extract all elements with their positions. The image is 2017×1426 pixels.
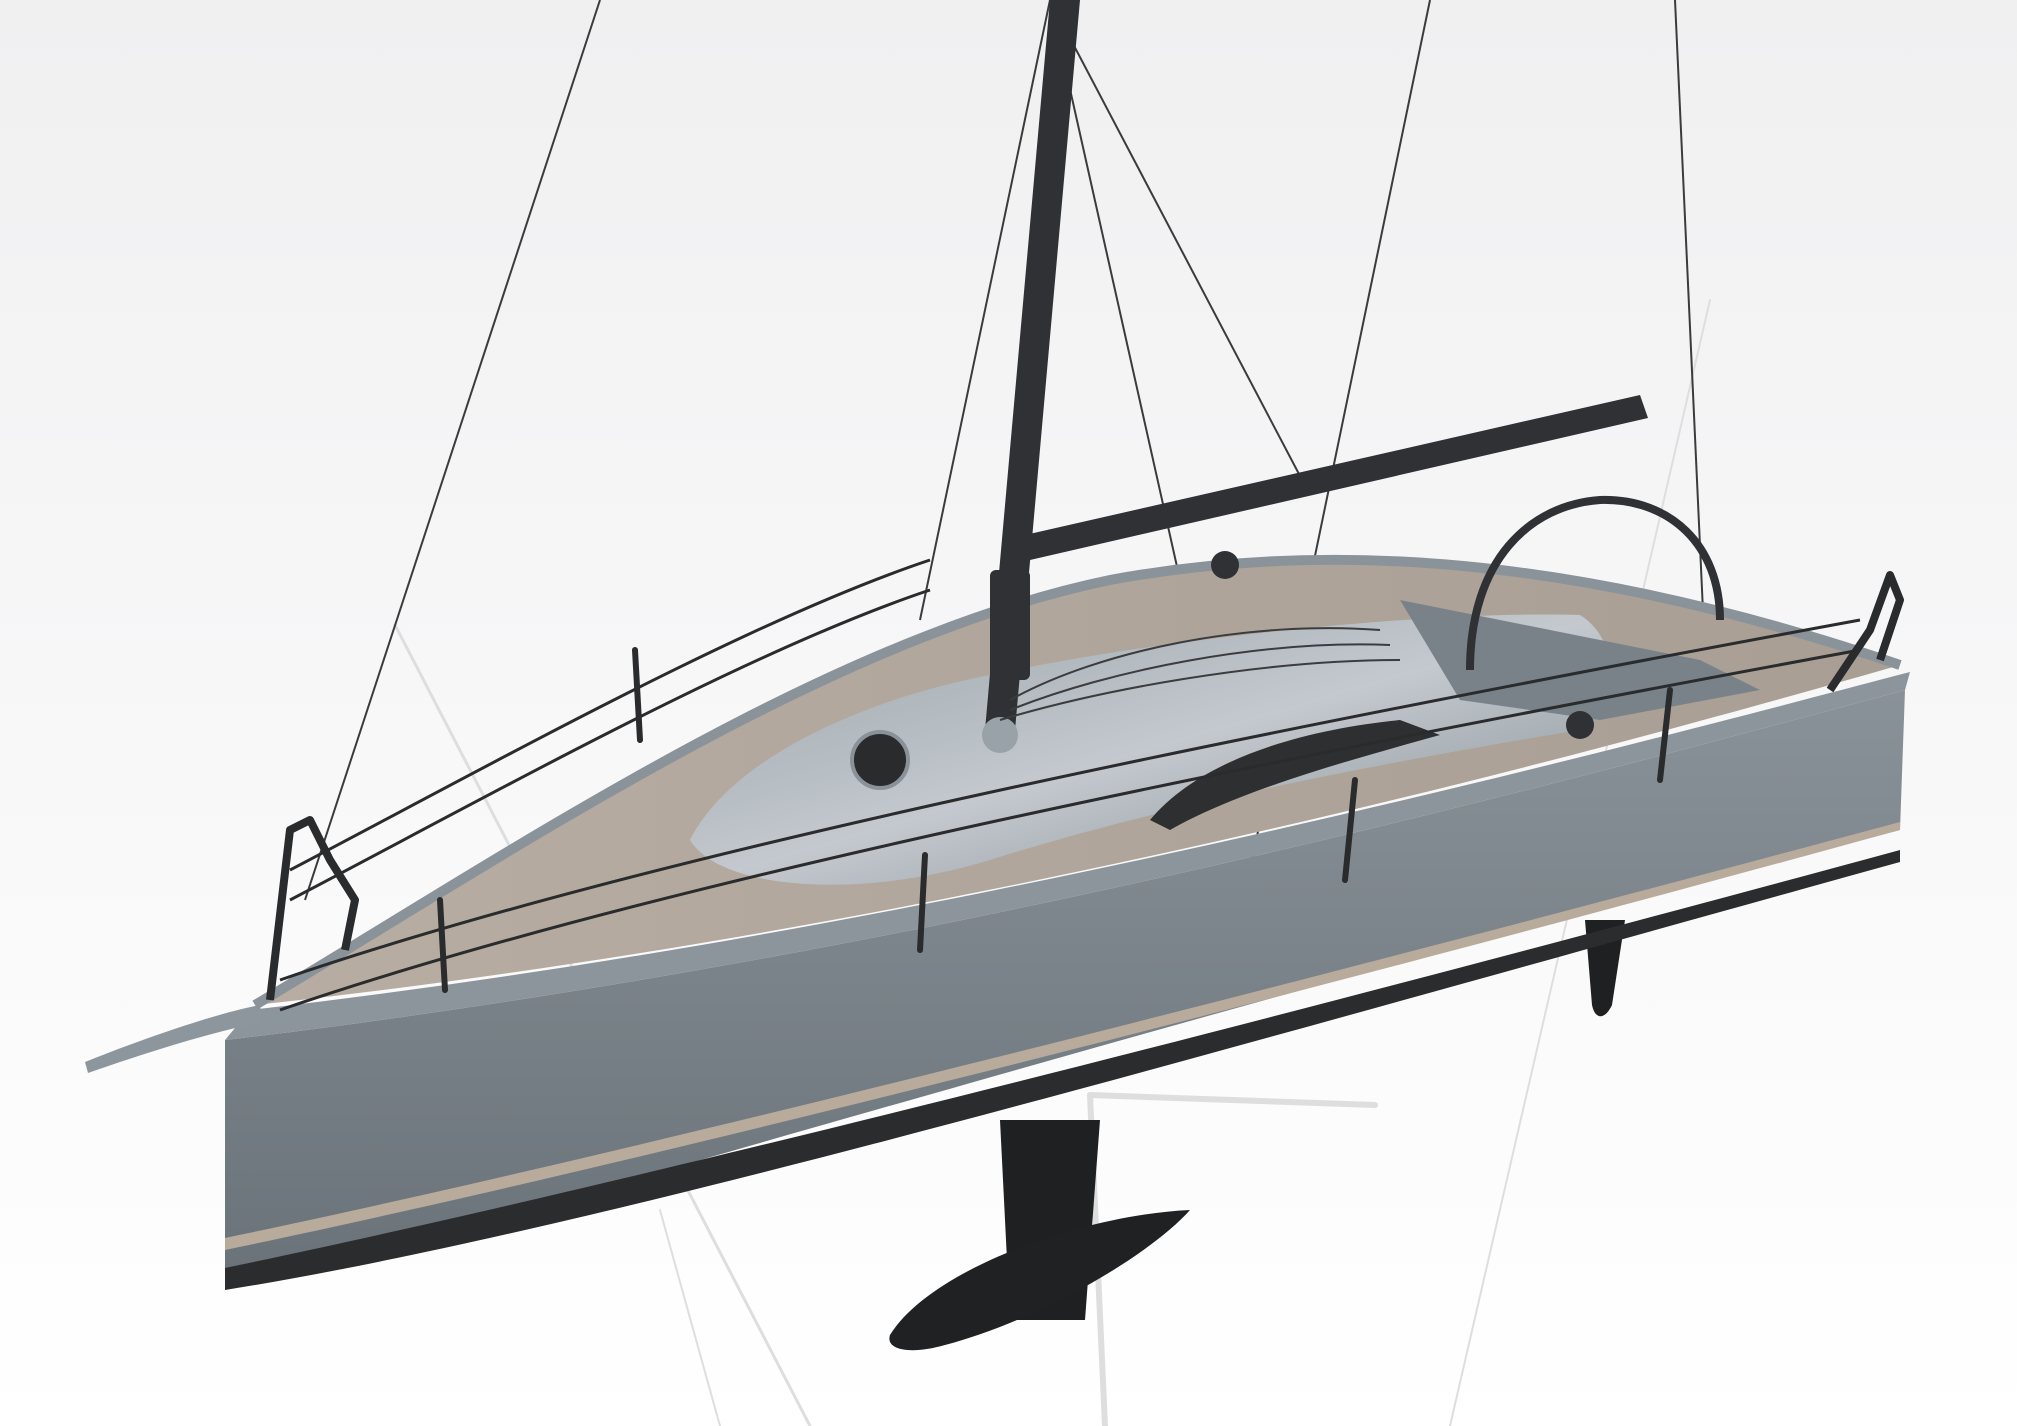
winch-starboard [1566,711,1594,739]
winch-port [1211,551,1239,579]
mast-collar [982,717,1018,753]
gooseneck [990,570,1030,680]
foredeck-hatch [850,730,910,790]
boat-render [0,0,2017,1426]
